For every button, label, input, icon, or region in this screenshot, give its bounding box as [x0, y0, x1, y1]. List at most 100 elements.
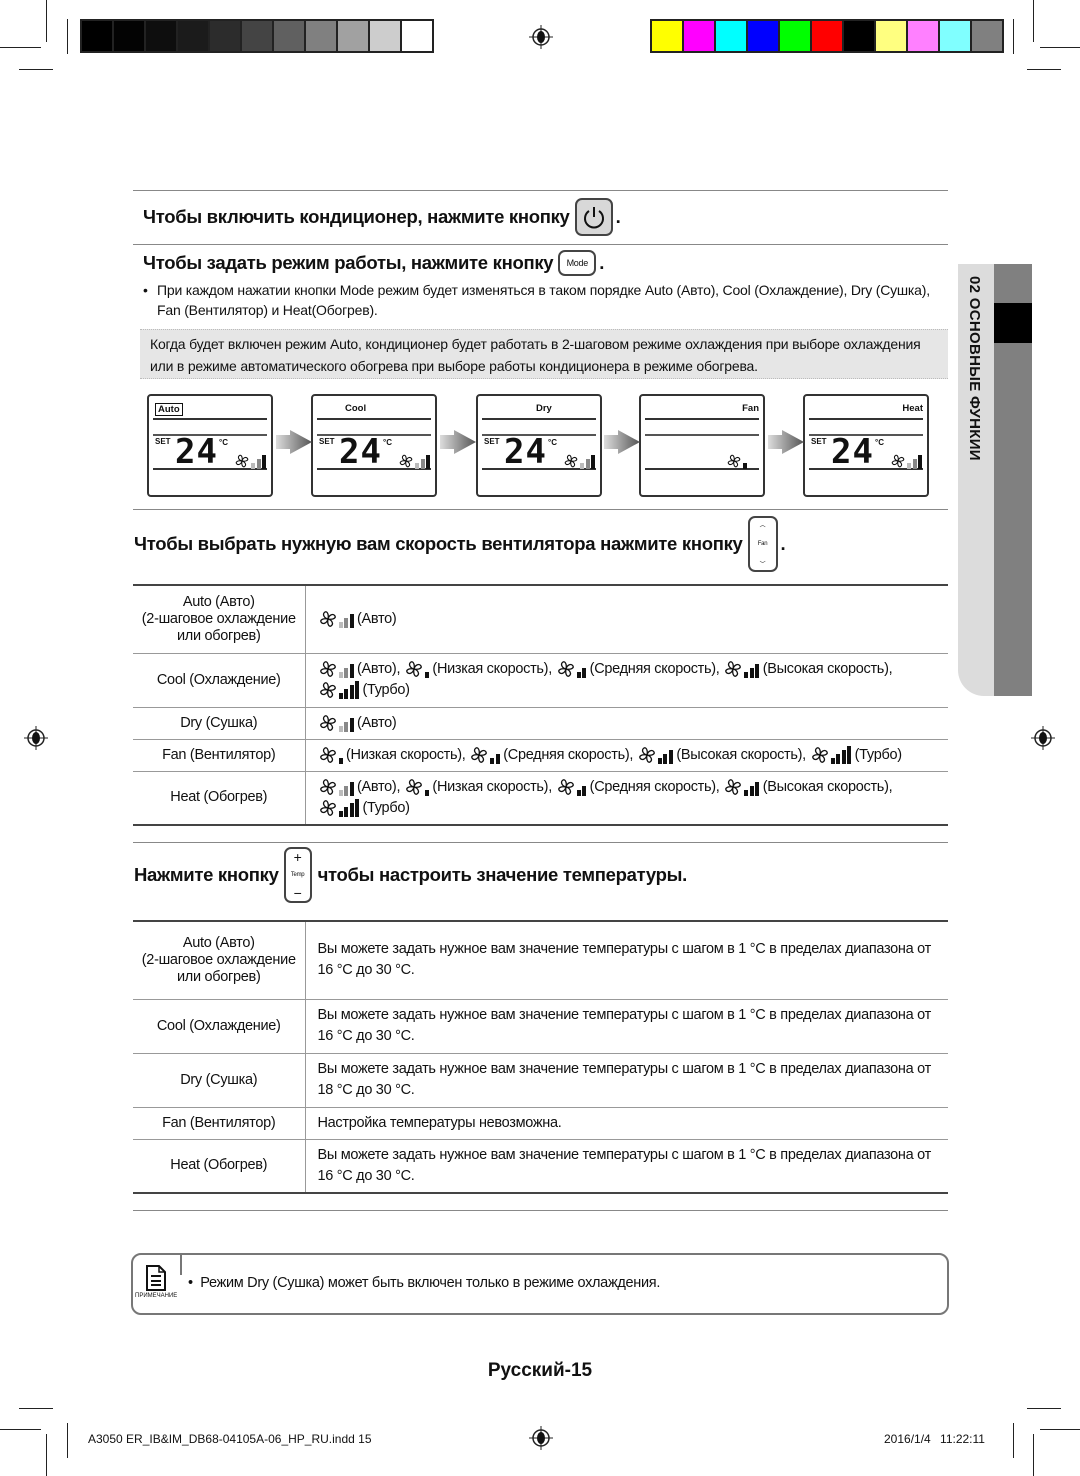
mode-cell: Cool (Охлаждение)	[133, 653, 306, 708]
divider	[133, 842, 948, 843]
mode-bullet: • При каждом нажатии кнопки Mode режим б…	[143, 282, 930, 318]
arrow-right-icon	[768, 430, 804, 454]
fan-icon	[727, 454, 741, 468]
fan-icon	[399, 454, 413, 468]
fan-speed-turbo: (Турбо)	[318, 798, 410, 817]
color-swatch	[812, 21, 842, 51]
fan-speed-mid: (Средняя скорость),	[556, 779, 724, 796]
fan-speed-turbo: (Турбо)	[318, 681, 410, 700]
mode-heading-text: Чтобы задать режим работы, нажмите кнопк…	[143, 252, 554, 273]
crop-mark	[0, 47, 41, 48]
fan-speed-bars-low	[338, 746, 345, 764]
display-set-label: SET	[811, 437, 827, 446]
gray-swatch	[178, 21, 208, 51]
fan-icon	[319, 779, 336, 795]
temp-range-cell: Вы можете задать нужное вам значение тем…	[305, 921, 948, 1000]
gray-swatch	[338, 21, 368, 51]
fan-icon	[725, 661, 742, 677]
fan-icon	[811, 746, 828, 763]
crop-mark	[1027, 69, 1061, 70]
crop-mark	[46, 0, 47, 42]
fan-speed-bars-low	[424, 778, 431, 796]
fan-speed-cell: (Авто)	[305, 707, 948, 740]
registration-mark-icon	[529, 1426, 553, 1450]
fan-icon	[406, 779, 422, 795]
display-mode-label: Fan	[742, 403, 759, 414]
mode-cell: Heat (Обогрев)	[133, 1139, 306, 1194]
fan-speed-high: (Высокая скорость),	[637, 747, 810, 764]
mode-cell: Fan (Вентилятор)	[133, 1107, 306, 1140]
display-unit: °C	[219, 438, 228, 447]
fan-icon	[319, 661, 336, 677]
fan-speed-bars-mid	[490, 746, 501, 764]
fan-heading: Чтобы выбрать нужную вам скорость вентил…	[134, 516, 786, 572]
fan-speed-table: Auto (Авто) (2-шаговое охлаждение или обог…	[133, 584, 948, 826]
fan-speed-bars-turbo	[830, 745, 853, 764]
fan-table-row: Auto (Авто) (2-шаговое охлаждение или обог…	[133, 585, 948, 654]
color-swatch	[684, 21, 714, 51]
power-icon	[583, 207, 604, 229]
registration-mark-icon	[1031, 726, 1055, 750]
crop-mark	[1040, 47, 1080, 48]
plus-icon: +	[293, 849, 302, 865]
display-temperature: 24	[504, 432, 547, 472]
crop-mark	[67, 19, 68, 54]
fan-icon	[725, 779, 742, 795]
display-dry: Dry SET 24 °C	[476, 394, 602, 497]
temp-range-cell: Вы можете задать нужное вам значение тем…	[305, 999, 948, 1054]
fan-speed-cell: (Авто), (Низкая скорость), (Средняя скор…	[305, 771, 948, 826]
fan-icon	[319, 746, 336, 763]
display-unit: °C	[875, 438, 884, 447]
fan-icon	[319, 800, 336, 816]
crop-mark	[1013, 19, 1014, 54]
display-mode-label: Heat	[902, 403, 923, 414]
display-fan-indicator	[398, 451, 434, 469]
fan-speed-bars-turbo	[338, 798, 361, 817]
fan-icon	[557, 779, 574, 795]
chevron-down-icon: ﹀	[759, 562, 766, 568]
chapter-tab-marker	[994, 303, 1032, 343]
display-mode-label: Cool	[345, 403, 367, 414]
note-text: • Режим Dry (Сушка) может быть включен т…	[188, 1275, 661, 1291]
fan-speed-bars-auto	[338, 714, 356, 732]
color-swatch	[940, 21, 970, 51]
display-set-label: SET	[155, 437, 171, 446]
fan-speed-cell: (Авто), (Низкая скорость), (Средняя скор…	[305, 653, 948, 708]
display-set-label: SET	[319, 437, 335, 446]
crop-mark	[19, 1408, 53, 1409]
fan-speed-bars-auto	[907, 451, 924, 469]
fan-speed-bars-auto	[338, 778, 356, 796]
fan-speed-auto: (Авто)	[318, 714, 397, 732]
fan-speed-bars-auto	[338, 660, 356, 679]
fan-icon	[235, 454, 249, 468]
fan-speed-bars-mid	[576, 660, 588, 679]
crop-mark	[67, 1423, 68, 1458]
display-heat: Heat SET 24 °C	[803, 394, 929, 497]
power-button-icon	[574, 198, 613, 236]
mode-cell: Cool (Охлаждение)	[133, 999, 306, 1054]
color-swatch	[844, 21, 874, 51]
mode-cell: Auto (Авто) (2-шаговое охлаждение или обог…	[133, 585, 306, 654]
crop-mark	[0, 1429, 41, 1430]
crop-mark	[1027, 1408, 1061, 1409]
fan-icon	[471, 746, 488, 763]
fan-speed-bars-auto	[415, 451, 432, 469]
gray-swatch	[306, 21, 336, 51]
mode-cell: Auto (Авто) (2-шаговое охлаждение или обог…	[133, 921, 306, 1000]
fan-icon	[557, 661, 574, 677]
fan-speed-low: (Низкая скорость),	[404, 661, 556, 679]
gray-swatch	[210, 21, 240, 51]
display-unit: °C	[383, 438, 392, 447]
divider	[133, 190, 948, 191]
fan-speed-low: (Низкая скорость),	[318, 746, 470, 764]
display-fan-indicator	[563, 451, 599, 469]
mode-button-icon: Mode	[558, 250, 597, 276]
mode-cell: Dry (Сушка)	[133, 1053, 306, 1108]
fan-speed-mid: (Средняя скорость),	[556, 660, 724, 679]
crop-mark	[46, 1434, 47, 1476]
gray-swatch	[146, 21, 176, 51]
temp-table-row: Auto (Авто) (2-шаговое охлаждение или обог…	[133, 921, 948, 1000]
fan-speed-bars-high	[744, 778, 761, 796]
temperature-table: Auto (Авто) (2-шаговое охлаждение или обог…	[133, 920, 948, 1194]
gray-swatch	[82, 21, 112, 51]
